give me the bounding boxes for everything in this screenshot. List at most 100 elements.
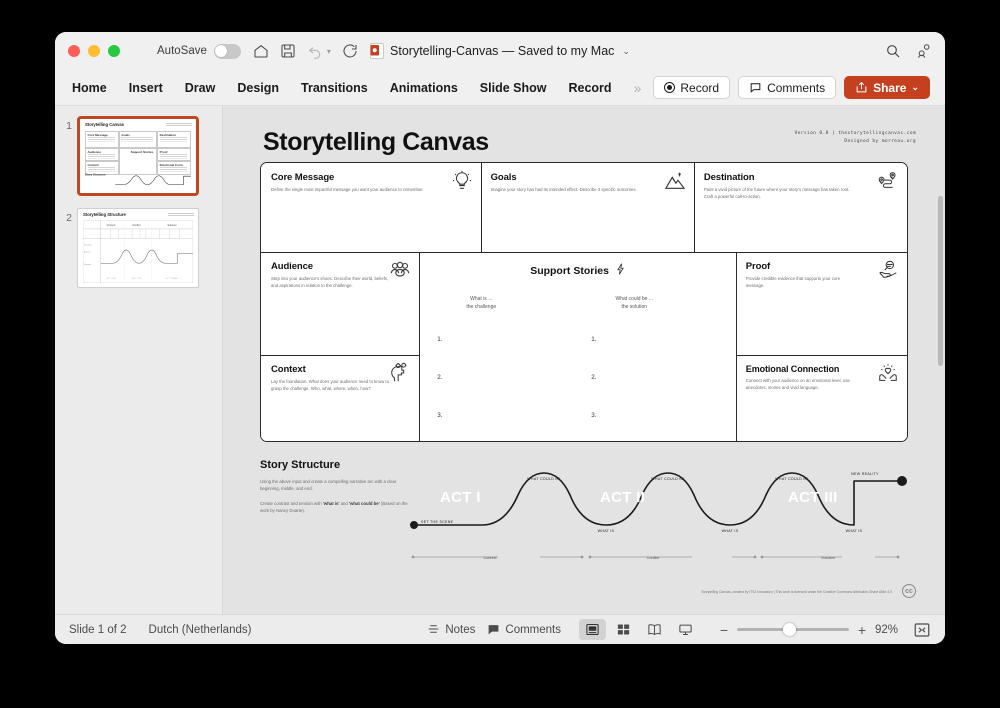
- story-structure-para2: Create contrast and tension with 'what i…: [260, 500, 408, 515]
- arc-label-peak-1: WHAT COULD BE: [527, 477, 561, 481]
- redo-icon[interactable]: [342, 43, 358, 59]
- notes-button[interactable]: Notes: [427, 623, 475, 636]
- support-item-right-1[interactable]: 1.: [591, 336, 596, 343]
- tab-animations[interactable]: Animations: [390, 81, 458, 95]
- tab-record[interactable]: Record: [568, 81, 611, 95]
- window-controls: [68, 45, 120, 57]
- support-item-left-3[interactable]: 3.: [437, 412, 442, 419]
- autosave-toggle[interactable]: [213, 43, 241, 59]
- svg-text:ACT: ACT: [168, 178, 174, 182]
- slide-number-2: 2: [66, 212, 72, 224]
- license-footer: Storytelling Canvas, created by ITSJ Inn…: [701, 590, 892, 594]
- story-structure-para1: Using the above input and create a compe…: [260, 479, 397, 492]
- share-chevron-down-icon[interactable]: ⌄: [911, 82, 919, 93]
- minimize-window-button[interactable]: [88, 45, 100, 57]
- story-arc-diagram: ACT I ACT II ACT III SET THE SCENE WHAT …: [410, 459, 908, 551]
- canvas-grid: Core Message Define the single most impa…: [260, 162, 908, 442]
- fit-to-window-button[interactable]: [913, 621, 931, 639]
- lightbulb-icon: [451, 170, 473, 192]
- share-button[interactable]: Share ⌄: [844, 76, 930, 99]
- cell-goals[interactable]: Goals Imagine your story has had its int…: [480, 163, 694, 252]
- bolt-icon: [616, 263, 625, 275]
- search-icon[interactable]: [885, 43, 901, 59]
- support-item-left-2[interactable]: 2.: [437, 374, 442, 381]
- maximize-window-button[interactable]: [108, 45, 120, 57]
- phase-label-context: Context: [483, 556, 497, 560]
- cell-proof[interactable]: Proof Provide credible evidence that sup…: [735, 251, 907, 355]
- support-col-right-line1: What could be ...: [615, 295, 654, 302]
- tab-insert[interactable]: Insert: [129, 81, 163, 95]
- undo-icon[interactable]: [307, 43, 323, 59]
- phase-label-solution: Solution: [821, 556, 835, 560]
- record-button[interactable]: Record: [653, 76, 731, 99]
- phase-label-conflict: Conflict: [646, 556, 660, 560]
- autosave-control[interactable]: AutoSave: [157, 43, 241, 59]
- title-bar: AutoSave ▾ Storytelling-Canvas — Saved t…: [55, 32, 945, 70]
- slide-thumbnail-image-2[interactable]: Storytelling Structure Context Conflict …: [77, 208, 199, 288]
- thumbnail-structure-table: Context Conflict Solution Situation Actio…: [82, 219, 194, 284]
- zoom-slider[interactable]: [737, 623, 849, 636]
- support-item-right-3[interactable]: 3.: [591, 412, 596, 419]
- home-icon[interactable]: [253, 43, 269, 59]
- cell-desc-emotional-connection: Connect with your audience on an emotion…: [745, 377, 850, 390]
- save-icon[interactable]: [280, 43, 296, 59]
- comments-button[interactable]: Comments: [738, 76, 837, 99]
- tab-transitions[interactable]: Transitions: [301, 81, 368, 95]
- language-label[interactable]: Dutch (Netherlands): [149, 624, 252, 636]
- tab-draw[interactable]: Draw: [185, 81, 216, 95]
- document-chevron-down-icon[interactable]: ⌄: [622, 46, 630, 57]
- ribbon-actions: Record Comments Share ⌄: [653, 76, 930, 99]
- cell-destination[interactable]: Destination Paint a vivid picture of the…: [693, 163, 907, 252]
- cell-emotional-connection[interactable]: Emotional Connection Connect with your a…: [735, 354, 907, 441]
- slide-canvas[interactable]: Storytelling Canvas Version 0.8 | thesto…: [238, 114, 930, 600]
- support-item-left-1[interactable]: 1.: [437, 336, 442, 343]
- presenter-view-button[interactable]: [672, 619, 699, 640]
- slide-canvas-pane[interactable]: Storytelling Canvas Version 0.8 | thesto…: [223, 106, 945, 614]
- svg-text:Solution: Solution: [167, 223, 177, 227]
- ribbon-overflow-icon[interactable]: »: [634, 80, 642, 96]
- tab-slide-show[interactable]: Slide Show: [480, 81, 547, 95]
- cell-core-message[interactable]: Core Message Define the single most impa…: [261, 163, 481, 252]
- thumbnail-structure: Story Structure ACT ACT: [85, 171, 191, 189]
- slide-thumbnail-1[interactable]: 1 Storytelling Canvas Core Message Goals…: [55, 116, 222, 208]
- reading-view-button[interactable]: [641, 619, 668, 640]
- act-label-1: ACT I: [440, 489, 481, 506]
- head-gears-icon: [389, 362, 411, 384]
- svg-text:Story Structure: Story Structure: [85, 172, 106, 176]
- slide-thumbnail-image-1[interactable]: Storytelling Canvas Core Message Goals D…: [77, 116, 199, 196]
- slide-sorter-view-button[interactable]: [610, 619, 637, 640]
- zoom-level-label: 92%: [875, 623, 899, 636]
- slide-thumbnail-2[interactable]: 2 Storytelling Structure Context Conflic…: [55, 208, 222, 300]
- titlebar-right-actions: [885, 43, 932, 59]
- status-comments-button[interactable]: Comments: [487, 623, 561, 636]
- undo-chevron-down-icon[interactable]: ▾: [327, 47, 331, 56]
- canvas-vertical-scrollbar[interactable]: [938, 196, 943, 366]
- tab-home[interactable]: Home: [72, 81, 107, 95]
- support-item-right-2[interactable]: 2.: [591, 374, 596, 381]
- more-icon[interactable]: [369, 43, 385, 59]
- para2-bold2: 'what could be': [349, 500, 380, 506]
- mountain-icon: [664, 170, 686, 192]
- close-window-button[interactable]: [68, 45, 80, 57]
- version-line-1: Version 0.8 | thestorytellingcanvas.com: [794, 131, 916, 136]
- notes-icon: [427, 623, 440, 636]
- normal-view-button[interactable]: [579, 619, 606, 640]
- cell-context[interactable]: Context Lay the foundation. What does yo…: [261, 354, 420, 441]
- status-comments-label: Comments: [505, 623, 561, 636]
- grid-line-h2: [261, 354, 420, 356]
- hand-magnify-icon: [877, 259, 899, 281]
- phase-axis: Context Conflict Solution: [410, 551, 908, 563]
- cell-audience[interactable]: Audience Step into your audience's shoes…: [261, 251, 420, 355]
- zoom-in-button[interactable]: +: [857, 622, 867, 638]
- slide-thumbnail-pane[interactable]: 1 Storytelling Canvas Core Message Goals…: [55, 106, 223, 614]
- tab-design[interactable]: Design: [237, 81, 279, 95]
- arc-label-trough-1: WHAT IS: [597, 529, 615, 533]
- arc-label-set-the-scene: SET THE SCENE: [421, 520, 454, 524]
- status-bar-right: Notes Comments − + 92%: [427, 619, 931, 640]
- collaborate-icon[interactable]: [916, 43, 932, 59]
- cell-desc-goals: Imagine your story has had its intended …: [490, 187, 637, 192]
- support-col-header-left: What is ... the challenge: [441, 295, 521, 312]
- zoom-out-button[interactable]: −: [719, 622, 729, 638]
- cell-support-stories[interactable]: Support Stories What is ... the challeng…: [419, 251, 736, 441]
- zoom-slider-knob[interactable]: [783, 623, 796, 636]
